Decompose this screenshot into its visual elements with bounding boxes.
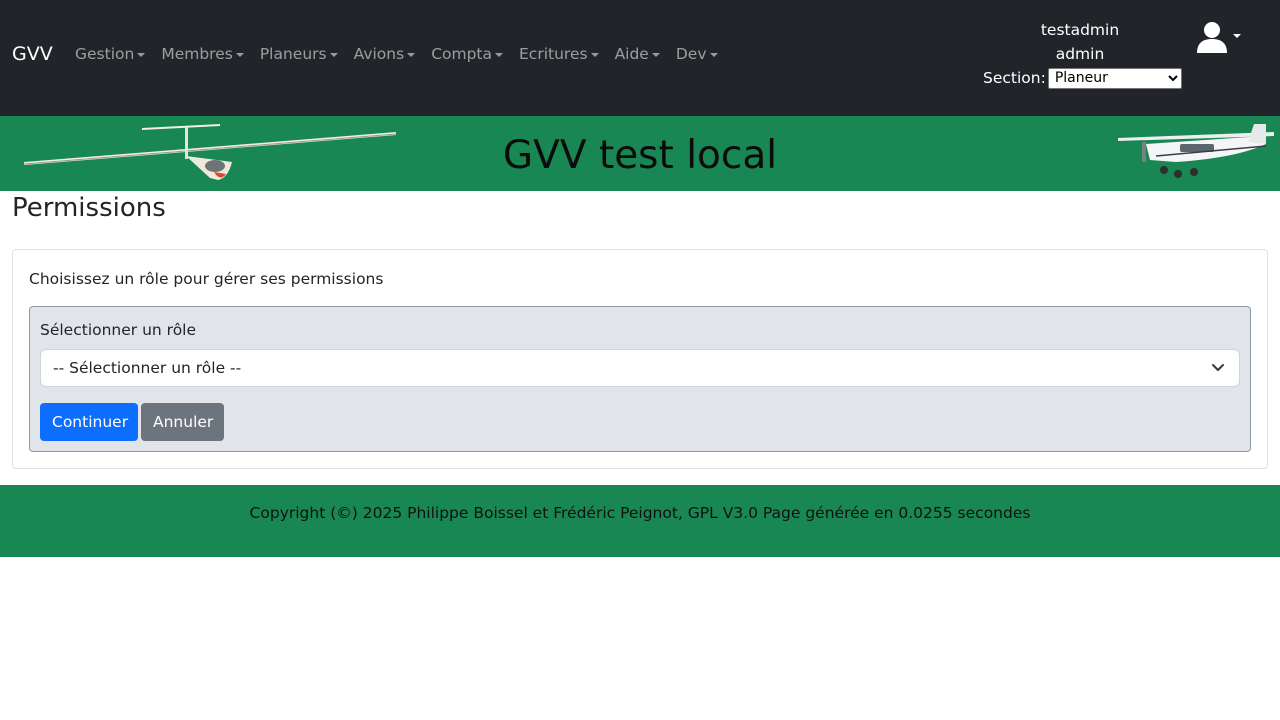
caret-down-icon xyxy=(235,52,244,57)
user-info: testadmin admin xyxy=(1020,18,1140,66)
menu-label: Dev xyxy=(675,45,707,63)
user-role: admin xyxy=(1055,45,1105,63)
menu-planeurs[interactable]: Planeurs xyxy=(252,42,346,66)
top-navbar: GVV Gestion Membres Planeurs Avions Comp… xyxy=(0,0,1280,116)
role-select[interactable]: -- Sélectionner un rôle -- xyxy=(40,349,1240,387)
caret-down-icon xyxy=(407,52,416,57)
user-menu-toggle[interactable] xyxy=(1196,20,1241,54)
section-select[interactable]: Planeur xyxy=(1047,67,1182,89)
role-form: Sélectionner un rôle -- Sélectionner un … xyxy=(29,306,1251,452)
caret-down-icon xyxy=(590,52,599,57)
menu-label: Aide xyxy=(614,45,649,63)
menu-compta[interactable]: Compta xyxy=(423,42,511,66)
menu-label: Planeurs xyxy=(259,45,327,63)
menu-gestion[interactable]: Gestion xyxy=(67,42,153,66)
section-label: Section: xyxy=(983,69,1046,87)
banner-title: GVV test local xyxy=(502,133,778,178)
continue-button[interactable]: Continuer xyxy=(40,403,138,441)
menu-avions[interactable]: Avions xyxy=(346,42,424,66)
caret-down-icon xyxy=(709,52,718,57)
menu-aide[interactable]: Aide xyxy=(607,42,668,66)
menu-label: Membres xyxy=(161,45,233,63)
page-title: Permissions xyxy=(12,193,166,223)
menu-label: Gestion xyxy=(75,45,135,63)
role-select-value: -- Sélectionner un rôle -- xyxy=(53,359,242,377)
permissions-card: Choisissez un rôle pour gérer ses permis… xyxy=(12,249,1268,469)
menu-ecritures[interactable]: Ecritures xyxy=(511,42,607,66)
role-select-label: Sélectionner un rôle xyxy=(40,321,197,339)
footer: Copyright (©) 2025 Philippe Boissel et F… xyxy=(0,485,1280,557)
menu-membres[interactable]: Membres xyxy=(153,42,252,66)
brand-link[interactable]: GVV xyxy=(12,42,53,66)
caret-down-icon xyxy=(651,52,660,57)
menu-label: Ecritures xyxy=(519,45,588,63)
caret-down-icon xyxy=(137,52,146,57)
footer-copyright: Copyright (©) 2025 Philippe Boissel et F… xyxy=(249,504,1031,522)
intro-text: Choisissez un rôle pour gérer ses permis… xyxy=(29,270,384,288)
menu-dev[interactable]: Dev xyxy=(668,42,726,66)
cancel-button[interactable]: Annuler xyxy=(141,403,224,441)
chevron-down-icon xyxy=(1212,364,1224,371)
user-icon xyxy=(1197,22,1227,53)
menu-label: Avions xyxy=(353,45,405,63)
menu-label: Compta xyxy=(431,45,493,63)
caret-down-icon xyxy=(1233,34,1241,38)
site-banner: GVV test local xyxy=(0,116,1280,191)
caret-down-icon xyxy=(495,52,504,57)
section-selector: Section: Planeur xyxy=(983,66,1182,90)
caret-down-icon xyxy=(329,52,338,57)
airplane-image xyxy=(1118,124,1274,178)
username: testadmin xyxy=(1040,21,1120,39)
main-menu: Gestion Membres Planeurs Avions Compta E… xyxy=(67,42,726,66)
